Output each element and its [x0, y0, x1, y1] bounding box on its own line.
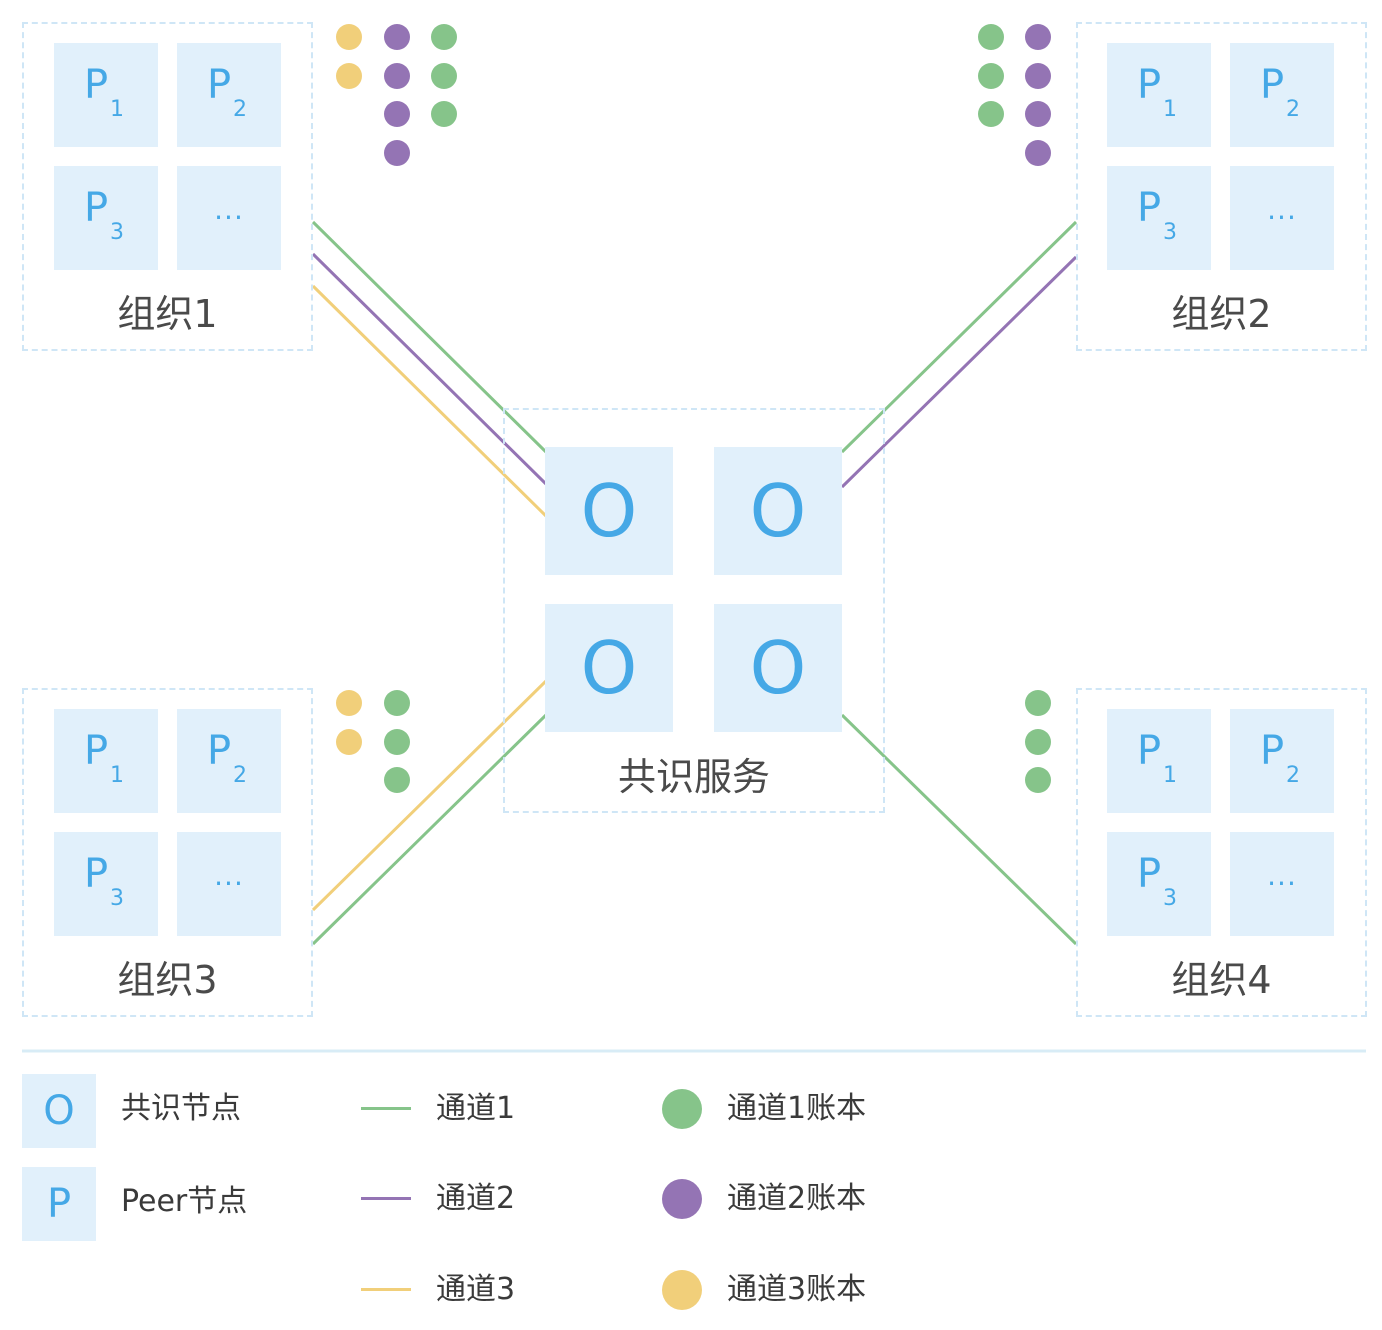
- org1-ledger3-dot: [336, 63, 362, 89]
- org2-ledger1-dot: [978, 101, 1004, 127]
- org4-ledger1-dot: [1025, 729, 1051, 755]
- org2-label: 组织2: [1171, 292, 1272, 336]
- org1-label: 组织1: [117, 292, 218, 336]
- org3-ledger1-dot: [384, 690, 410, 716]
- org4-ledger1-dot: [1025, 767, 1051, 793]
- org1-peer-p1: P1: [54, 43, 158, 147]
- legend-channel2-label: 通道2: [436, 1181, 516, 1216]
- org1-peer-more: ...: [177, 166, 281, 270]
- org2-ledger2-dot: [1025, 140, 1051, 166]
- org2-peer-more: ...: [1230, 166, 1334, 270]
- org3-ledger3-dot: [336, 690, 362, 716]
- legend-channel3-line: [361, 1288, 411, 1291]
- org1-ledger3-dot: [336, 24, 362, 50]
- org4-label: 组织4: [1171, 958, 1272, 1002]
- org4-peer-more: ...: [1230, 832, 1334, 936]
- org3-ledger1-dot: [384, 767, 410, 793]
- org2-peer-p1: P1: [1107, 43, 1211, 147]
- org1-ledger1-dot: [431, 63, 457, 89]
- legend-peer-label: Peer节点: [121, 1184, 248, 1219]
- legend-ledger1-label: 通道1账本: [727, 1091, 867, 1126]
- orderer-node-4: O: [714, 604, 842, 732]
- legend-peer-swatch: P: [22, 1167, 96, 1241]
- legend-channel3-label: 通道3: [436, 1272, 516, 1307]
- legend-ledger3-label: 通道3账本: [727, 1272, 867, 1307]
- legend-ledger2-dot: [662, 1179, 702, 1219]
- orderer-node-3: O: [545, 604, 673, 732]
- legend-channel2-line: [361, 1197, 411, 1200]
- org2-peer-p3: P3: [1107, 166, 1211, 270]
- org1-ledger1-dot: [431, 101, 457, 127]
- legend-ledger3-dot: [662, 1270, 702, 1310]
- org2-ledger2-dot: [1025, 24, 1051, 50]
- org2-ledger2-dot: [1025, 101, 1051, 127]
- org4-ledger1-dot: [1025, 690, 1051, 716]
- org1-peer-p3: P3: [54, 166, 158, 270]
- org2-ledger1-dot: [978, 63, 1004, 89]
- orderer-node-1: O: [545, 447, 673, 575]
- org3-ledger1-dot: [384, 729, 410, 755]
- org4-peer-p3: P3: [1107, 832, 1211, 936]
- org3-peer-p1: P1: [54, 709, 158, 813]
- org1-ledger2-dot: [384, 140, 410, 166]
- org3-peer-p2: P2: [177, 709, 281, 813]
- org1-ledger2-dot: [384, 24, 410, 50]
- org1-ledger2-dot: [384, 63, 410, 89]
- org2-peer-p2: P2: [1230, 43, 1334, 147]
- org3-ledger3-dot: [336, 729, 362, 755]
- legend-orderer-swatch: O: [22, 1074, 96, 1148]
- org2-ledger1-dot: [978, 24, 1004, 50]
- orderer-node-2: O: [714, 447, 842, 575]
- org3-label: 组织3: [117, 958, 218, 1002]
- org4-peer-p1: P1: [1107, 709, 1211, 813]
- legend-ledger1-dot: [662, 1089, 702, 1129]
- org3-peer-more: ...: [177, 832, 281, 936]
- legend-ledger2-label: 通道2账本: [727, 1181, 867, 1216]
- org1-peer-p2: P2: [177, 43, 281, 147]
- legend-channel1-label: 通道1: [436, 1091, 516, 1126]
- org1-ledger2-dot: [384, 101, 410, 127]
- org3-peer-p3: P3: [54, 832, 158, 936]
- orderer-label: 共识服务: [617, 755, 770, 799]
- org1-ledger1-dot: [431, 24, 457, 50]
- org2-ledger2-dot: [1025, 63, 1051, 89]
- org4-peer-p2: P2: [1230, 709, 1334, 813]
- legend-channel1-line: [361, 1107, 411, 1110]
- legend-orderer-label: 共识节点: [121, 1091, 241, 1126]
